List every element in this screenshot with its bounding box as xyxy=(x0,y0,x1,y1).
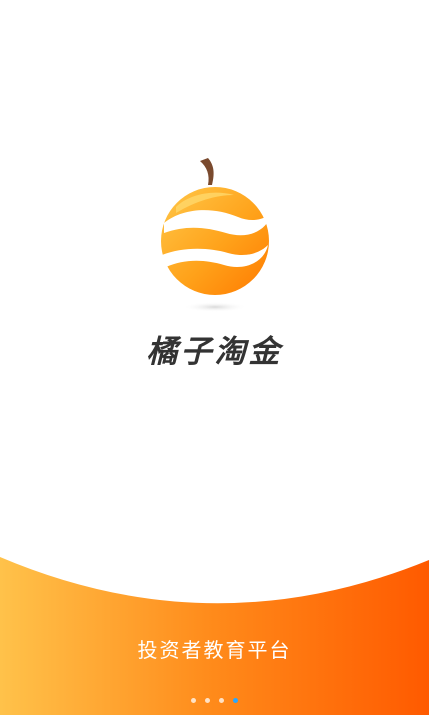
splash-screen: 橘子淘金 投资者教育平台 xyxy=(0,0,429,715)
page-dot[interactable] xyxy=(205,698,210,703)
page-indicator xyxy=(0,698,429,703)
page-dot-active[interactable] xyxy=(233,698,238,703)
tagline: 投资者教育平台 xyxy=(137,638,292,662)
page-dot[interactable] xyxy=(219,698,224,703)
bottom-orange-wave xyxy=(0,557,429,715)
page-dot[interactable] xyxy=(191,698,196,703)
